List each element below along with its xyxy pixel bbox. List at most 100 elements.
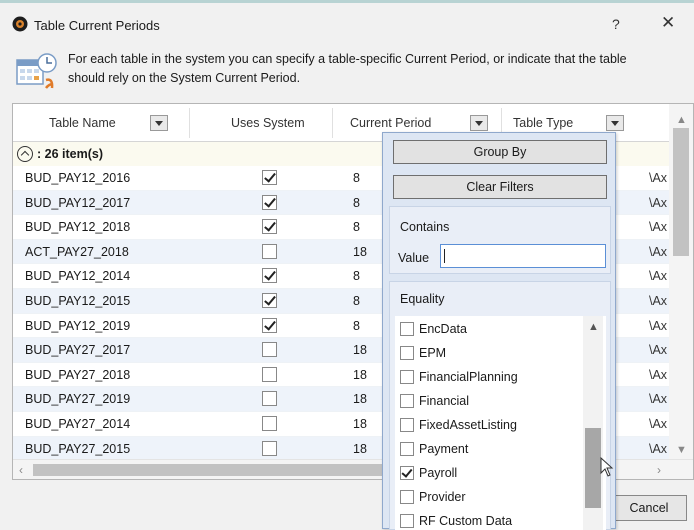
option-label: EncData	[419, 322, 467, 336]
uses-system-checkbox[interactable]	[262, 317, 277, 333]
uses-system-checkbox[interactable]	[262, 170, 277, 185]
scroll-left-icon[interactable]: ‹	[19, 463, 23, 477]
option-checkbox[interactable]	[400, 466, 414, 480]
column-header-table-type[interactable]: Table Type	[513, 116, 573, 130]
table-name-cell: BUD_PAY27_2015	[25, 441, 131, 456]
option-label: Provider	[419, 490, 466, 504]
info-text: For each table in the system you can spe…	[68, 50, 694, 88]
table-name-cell: BUD_PAY27_2018	[25, 367, 131, 382]
uses-system-checkbox[interactable]	[262, 268, 277, 284]
option-checkbox[interactable]	[400, 370, 414, 384]
group-by-button[interactable]: Group By	[393, 140, 607, 164]
table-type-filter-button[interactable]	[606, 115, 624, 131]
option-checkbox[interactable]	[400, 490, 414, 504]
grid-horizontal-scroll-thumb[interactable]	[33, 464, 385, 476]
column-header-table-name[interactable]: Table Name	[49, 116, 116, 130]
current-period-cell[interactable]: 18	[353, 417, 367, 431]
table-type-cell: \Ax	[649, 343, 668, 358]
close-button[interactable]: ✕	[661, 13, 675, 33]
clear-filters-button[interactable]: Clear Filters	[393, 175, 607, 199]
option-label: Financial	[419, 394, 470, 408]
table-name-cell: BUD_PAY12_2017	[25, 195, 131, 210]
current-period-cell[interactable]: 18	[353, 392, 367, 406]
option-label: EPM	[419, 346, 447, 360]
info-text-line-2: should rely on the System Current Period…	[68, 71, 301, 85]
scroll-up-icon[interactable]: ▲	[676, 114, 687, 126]
mouse-pointer-icon	[600, 457, 614, 477]
table-type-cell: \Ax	[649, 416, 668, 431]
uses-system-checkbox[interactable]	[262, 440, 277, 456]
table-name-cell: BUD_PAY12_2016	[25, 171, 131, 185]
help-button[interactable]: ?	[612, 16, 620, 32]
table-name-cell: BUD_PAY27_2017	[25, 343, 131, 358]
cancel-button[interactable]: Cancel	[611, 495, 687, 521]
table-name-cell: BUD_PAY27_2014	[25, 416, 131, 431]
current-period-cell[interactable]: 8	[353, 196, 360, 210]
info-text-line-1: For each table in the system you can spe…	[68, 52, 627, 66]
grid-vertical-scrollbar[interactable]: ▲ ▼	[669, 104, 693, 474]
table-name-cell: BUD_PAY12_2015	[25, 293, 131, 308]
table-type-cell: \Ax	[649, 269, 668, 284]
scroll-right-icon[interactable]: ›	[657, 463, 661, 477]
current-period-cell[interactable]: 18	[353, 368, 367, 382]
uses-system-checkbox[interactable]	[262, 366, 277, 382]
table-type-cell: \Ax	[649, 171, 668, 185]
option-checkbox[interactable]	[400, 418, 414, 432]
option-checkbox[interactable]	[400, 322, 414, 336]
option-label: FixedAssetListing	[419, 418, 517, 432]
option-label: Payroll	[419, 466, 458, 480]
uses-system-checkbox[interactable]	[262, 243, 277, 259]
scroll-up-icon[interactable]: ▲	[588, 321, 599, 333]
app-gear-icon	[12, 16, 28, 32]
option-label: FinancialPlanning	[419, 370, 518, 384]
table-type-cell: \Ax	[649, 244, 668, 259]
options-vertical-scrollbar[interactable]: ▲	[583, 316, 603, 530]
option-checkbox[interactable]	[400, 394, 414, 408]
table-type-cell: \Ax	[649, 367, 668, 382]
value-label: Value	[398, 251, 430, 265]
current-period-cell[interactable]: 8	[353, 269, 360, 283]
table-type-cell: \Ax	[649, 441, 668, 456]
current-period-cell[interactable]: 8	[353, 220, 360, 234]
column-header-current-period[interactable]: Current Period	[350, 116, 431, 130]
current-period-filter-button[interactable]	[470, 115, 488, 131]
title-bar: Table Current Periods ? ✕	[0, 3, 694, 43]
table-type-cell: \Ax	[649, 293, 668, 308]
current-period-cell[interactable]: 8	[353, 294, 360, 308]
uses-system-checkbox[interactable]	[262, 219, 277, 235]
table-type-cell: \Ax	[649, 392, 668, 407]
table-name-cell: ACT_PAY27_2018	[25, 244, 129, 259]
table-name-cell: BUD_PAY12_2019	[25, 318, 131, 333]
value-input[interactable]	[440, 244, 606, 268]
table-name-cell: BUD_PAY12_2014	[25, 269, 131, 284]
uses-system-checkbox[interactable]	[262, 415, 277, 431]
uses-system-checkbox[interactable]	[262, 194, 277, 210]
option-checkbox[interactable]	[400, 514, 414, 528]
equality-title: Equality	[400, 292, 445, 306]
scroll-down-icon[interactable]: ▼	[676, 444, 687, 456]
current-period-cell[interactable]: 8	[353, 319, 360, 333]
table-name-filter-button[interactable]	[150, 115, 168, 131]
calendar-clock-icon	[16, 53, 57, 89]
grid-vertical-scroll-thumb[interactable]	[673, 128, 689, 256]
text-caret	[444, 249, 445, 263]
window-title: Table Current Periods	[34, 18, 160, 33]
current-period-cell[interactable]: 18	[353, 245, 367, 259]
table-type-cell: \Ax	[649, 195, 668, 210]
table-type-cell: \Ax	[649, 220, 668, 235]
uses-system-checkbox[interactable]	[262, 342, 277, 358]
table-type-cell: \Ax	[649, 318, 668, 333]
current-period-cell[interactable]: 18	[353, 343, 367, 357]
option-label: Payment	[419, 442, 469, 456]
option-checkbox[interactable]	[400, 442, 414, 456]
options-scroll-thumb[interactable]	[585, 428, 601, 508]
option-label: RF Custom Data	[419, 514, 513, 528]
column-header-uses-system[interactable]: Uses System	[231, 116, 305, 130]
uses-system-checkbox[interactable]	[262, 391, 277, 407]
current-period-cell[interactable]: 18	[353, 442, 367, 456]
current-period-cell[interactable]: 8	[353, 171, 360, 185]
collapse-group-icon[interactable]	[17, 146, 33, 162]
uses-system-checkbox[interactable]	[262, 292, 277, 308]
table-type-filter-popup: Group By Clear Filters Contains Value Eq…	[382, 132, 616, 530]
option-checkbox[interactable]	[400, 346, 414, 360]
